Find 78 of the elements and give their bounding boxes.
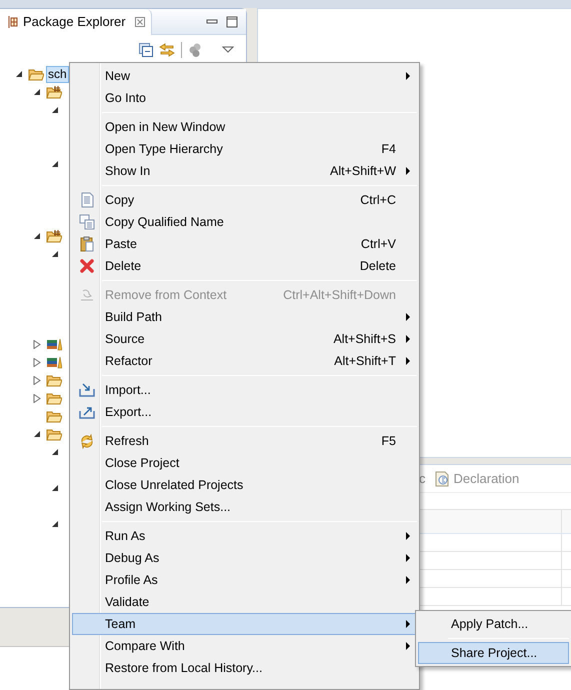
menu-item[interactable]: Open in New Window — [72, 116, 417, 138]
submenu-arrow-icon — [405, 357, 411, 365]
expanded-arrow-icon[interactable] — [51, 250, 59, 258]
menu-item[interactable]: Run As — [72, 525, 417, 547]
menu-item[interactable]: Build Path — [72, 306, 417, 328]
project-label[interactable]: sch — [46, 66, 69, 82]
menu-item[interactable]: Import... — [72, 379, 417, 401]
expanded-arrow-icon[interactable] — [51, 160, 59, 168]
menu-item[interactable]: Paste Ctrl+V — [72, 233, 417, 255]
menu-item[interactable]: Export... — [72, 401, 417, 423]
dots-icon[interactable] — [188, 43, 202, 57]
collapsed-arrow-icon[interactable] — [33, 340, 41, 348]
menu-item[interactable]: Share Project... — [418, 642, 569, 664]
maximize-icon[interactable] — [226, 16, 238, 28]
expanded-arrow-icon[interactable] — [33, 430, 41, 438]
submenu-arrow-icon — [405, 313, 411, 321]
menu-item[interactable]: Refactor Alt+Shift+T — [72, 350, 417, 372]
hand-icon — [79, 287, 95, 303]
collapsed-arrow-icon[interactable] — [33, 376, 41, 384]
folder-icon — [46, 373, 62, 387]
menu-item[interactable]: Assign Working Sets... — [72, 496, 417, 518]
menu-item[interactable]: Refresh F5 — [72, 430, 417, 452]
menu-item[interactable]: Close Project — [72, 452, 417, 474]
books-icon — [46, 355, 62, 369]
menu-item[interactable]: Close Unrelated Projects — [72, 474, 417, 496]
folder-icon — [46, 409, 62, 423]
declaration-icon — [434, 470, 450, 486]
package-folder-icon — [46, 229, 62, 243]
books-icon — [46, 337, 62, 351]
expanded-arrow-icon[interactable] — [33, 88, 41, 96]
folder-icon — [28, 67, 44, 81]
menu-item[interactable]: Show In Alt+Shift+W — [72, 160, 417, 182]
folder-icon — [46, 427, 62, 441]
submenu-arrow-icon — [405, 167, 411, 175]
menu-item[interactable]: Validate — [72, 591, 417, 613]
package-icon — [8, 16, 18, 28]
expanded-arrow-icon[interactable] — [51, 520, 59, 528]
close-icon[interactable] — [134, 16, 145, 26]
submenu-arrow-icon — [405, 532, 411, 540]
menu-item[interactable]: Go Into — [72, 87, 417, 109]
submenu-arrow-icon — [405, 620, 411, 628]
view-menu-icon[interactable] — [222, 46, 234, 54]
tab-title: Package Explorer — [23, 12, 126, 31]
expanded-arrow-icon[interactable] — [51, 448, 59, 456]
collapse-all-icon[interactable] — [139, 43, 153, 57]
expanded-arrow-icon[interactable] — [15, 70, 23, 78]
import-icon — [79, 382, 95, 398]
submenu-arrow-icon — [405, 642, 411, 650]
menu-item[interactable]: New — [72, 65, 417, 87]
menu-item[interactable]: Copy Qualified Name — [72, 211, 417, 233]
submenu-arrow-icon — [405, 335, 411, 343]
link-arrows-icon[interactable] — [159, 43, 175, 57]
delete-icon — [79, 258, 95, 274]
menu-item[interactable]: Profile As — [72, 569, 417, 591]
menu-item[interactable]: Source Alt+Shift+S — [72, 328, 417, 350]
refresh-icon — [79, 433, 95, 449]
menu-item[interactable]: Copy Ctrl+C — [72, 189, 417, 211]
menu-item[interactable]: Team — [72, 613, 417, 635]
folder-icon — [46, 391, 62, 405]
document-icon — [79, 192, 95, 208]
expanded-arrow-icon[interactable] — [33, 232, 41, 240]
collapsed-arrow-icon[interactable] — [33, 358, 41, 366]
expanded-arrow-icon[interactable] — [51, 484, 59, 492]
clipboard-icon — [79, 236, 95, 252]
documents-icon — [79, 214, 95, 230]
menu-item[interactable]: Open Type Hierarchy F4 — [72, 138, 417, 160]
menu-item[interactable]: Apply Patch... — [418, 613, 569, 635]
menu-item[interactable]: Restore from Local History... — [72, 657, 417, 679]
package-folder-icon — [46, 85, 62, 99]
menu-item[interactable]: Debug As — [72, 547, 417, 569]
submenu-arrow-icon — [405, 554, 411, 562]
submenu-arrow-icon — [405, 72, 411, 80]
expanded-arrow-icon[interactable] — [51, 106, 59, 114]
submenu-arrow-icon — [405, 576, 411, 584]
package-explorer-tab[interactable]: Package Explorer — [0, 8, 152, 34]
menu-item[interactable]: Delete Delete — [72, 255, 417, 277]
collapsed-arrow-icon[interactable] — [33, 394, 41, 402]
menu-item[interactable]: Compare With — [72, 635, 417, 657]
